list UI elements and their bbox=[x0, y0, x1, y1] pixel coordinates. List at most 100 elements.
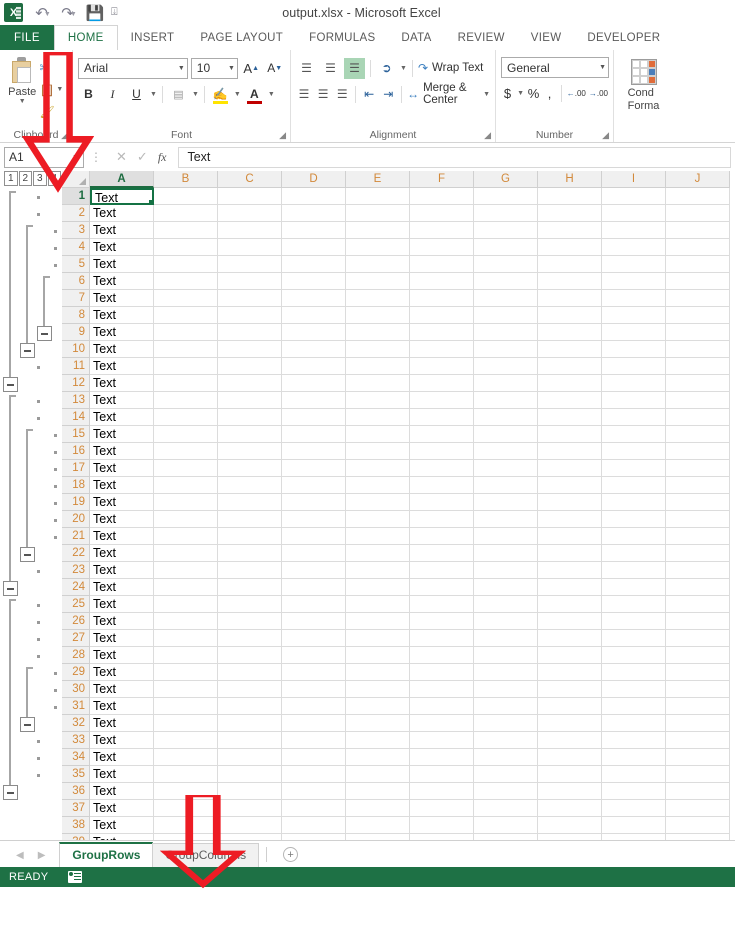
column-header-b[interactable]: B bbox=[154, 171, 218, 188]
cell-D16[interactable] bbox=[282, 443, 346, 460]
cell-H1[interactable] bbox=[538, 188, 602, 205]
outline-collapse-button-row-9[interactable] bbox=[37, 326, 52, 341]
cell-H20[interactable] bbox=[538, 511, 602, 528]
cell-B3[interactable] bbox=[154, 222, 218, 239]
cut-button[interactable]: ✂ bbox=[39, 58, 67, 77]
cell-B39[interactable] bbox=[154, 834, 218, 840]
cell-A13[interactable]: Text bbox=[90, 392, 154, 409]
cell-H35[interactable] bbox=[538, 766, 602, 783]
cell-D21[interactable] bbox=[282, 528, 346, 545]
cell-I28[interactable] bbox=[602, 647, 666, 664]
cell-C9[interactable] bbox=[218, 324, 282, 341]
number-format-select[interactable]: General ▼ bbox=[501, 57, 609, 78]
cell-B36[interactable] bbox=[154, 783, 218, 800]
cell-E6[interactable] bbox=[346, 273, 410, 290]
cell-C17[interactable] bbox=[218, 460, 282, 477]
cell-A3[interactable]: Text bbox=[90, 222, 154, 239]
cell-H12[interactable] bbox=[538, 375, 602, 392]
increase-font-size-button[interactable]: A ▲ bbox=[241, 58, 262, 79]
cell-B7[interactable] bbox=[154, 290, 218, 307]
cell-J19[interactable] bbox=[666, 494, 730, 511]
cell-A27[interactable]: Text bbox=[90, 630, 154, 647]
font-size-input[interactable]: 10 ▼ bbox=[190, 57, 238, 79]
alignment-dialog-launcher-icon[interactable]: ◢ bbox=[484, 130, 491, 141]
outline-level-2-button[interactable]: 2 bbox=[18, 171, 32, 186]
cell-B12[interactable] bbox=[154, 375, 218, 392]
cell-I26[interactable] bbox=[602, 613, 666, 630]
cell-C37[interactable] bbox=[218, 800, 282, 817]
outline-level-3-button[interactable]: 3 bbox=[33, 171, 47, 186]
cell-E26[interactable] bbox=[346, 613, 410, 630]
cell-B27[interactable] bbox=[154, 630, 218, 647]
outline-collapse-button-row-10[interactable] bbox=[20, 343, 35, 358]
outline-level-4-button[interactable]: 4 bbox=[47, 171, 61, 186]
cell-C39[interactable] bbox=[218, 834, 282, 840]
cell-C15[interactable] bbox=[218, 426, 282, 443]
number-format-dropdown-icon[interactable]: ▼ bbox=[593, 64, 606, 71]
cell-E19[interactable] bbox=[346, 494, 410, 511]
cell-H25[interactable] bbox=[538, 596, 602, 613]
cell-E1[interactable] bbox=[346, 188, 410, 205]
decrease-decimal-icon[interactable]: → .00 bbox=[589, 83, 608, 104]
cell-I38[interactable] bbox=[602, 817, 666, 834]
cell-I13[interactable] bbox=[602, 392, 666, 409]
cell-B15[interactable] bbox=[154, 426, 218, 443]
cell-D8[interactable] bbox=[282, 307, 346, 324]
cell-G1[interactable] bbox=[474, 188, 538, 205]
cell-F13[interactable] bbox=[410, 392, 474, 409]
row-header-38[interactable]: 38 bbox=[62, 817, 90, 834]
outline-level-1-button[interactable]: 1 bbox=[4, 171, 18, 186]
row-header-1[interactable]: 1 bbox=[62, 188, 90, 205]
cell-H16[interactable] bbox=[538, 443, 602, 460]
comma-format-button[interactable]: , bbox=[543, 83, 556, 104]
cell-I25[interactable] bbox=[602, 596, 666, 613]
row-header-5[interactable]: 5 bbox=[62, 256, 90, 273]
sheet-tab-grouprows[interactable]: GroupRows bbox=[59, 842, 154, 867]
cell-C30[interactable] bbox=[218, 681, 282, 698]
clipboard-dialog-launcher-icon[interactable]: ◢ bbox=[61, 130, 68, 141]
currency-dropdown-icon[interactable]: ▼ bbox=[517, 90, 524, 97]
font-color-dropdown-icon[interactable]: ▼ bbox=[268, 91, 275, 98]
cell-G25[interactable] bbox=[474, 596, 538, 613]
cell-E16[interactable] bbox=[346, 443, 410, 460]
cell-D11[interactable] bbox=[282, 358, 346, 375]
font-dialog-launcher-icon[interactable]: ◢ bbox=[279, 130, 286, 141]
cell-A16[interactable]: Text bbox=[90, 443, 154, 460]
outline-level-buttons[interactable]: 1 2 3 4 bbox=[0, 171, 62, 189]
cell-D18[interactable] bbox=[282, 477, 346, 494]
cell-J4[interactable] bbox=[666, 239, 730, 256]
cell-C23[interactable] bbox=[218, 562, 282, 579]
cell-J5[interactable] bbox=[666, 256, 730, 273]
cell-G26[interactable] bbox=[474, 613, 538, 630]
cell-A9[interactable]: Text bbox=[90, 324, 154, 341]
cell-F34[interactable] bbox=[410, 749, 474, 766]
cell-G11[interactable] bbox=[474, 358, 538, 375]
row-header-20[interactable]: 20 bbox=[62, 511, 90, 528]
tab-view[interactable]: VIEW bbox=[518, 25, 575, 50]
cell-I15[interactable] bbox=[602, 426, 666, 443]
cell-I24[interactable] bbox=[602, 579, 666, 596]
cell-H4[interactable] bbox=[538, 239, 602, 256]
cell-F35[interactable] bbox=[410, 766, 474, 783]
sheet-tab-groupcolumns[interactable]: GroupColumns bbox=[152, 843, 260, 867]
row-header-31[interactable]: 31 bbox=[62, 698, 90, 715]
outline-markers[interactable] bbox=[0, 189, 72, 840]
cell-H29[interactable] bbox=[538, 664, 602, 681]
row-header-32[interactable]: 32 bbox=[62, 715, 90, 732]
cell-C36[interactable] bbox=[218, 783, 282, 800]
cell-H34[interactable] bbox=[538, 749, 602, 766]
cell-F1[interactable] bbox=[410, 188, 474, 205]
grid-rows[interactable]: 1 Text 2 Text 3 Text 4 Text 5 Text 6 Text 7 Text 8 Text… bbox=[62, 188, 735, 840]
column-header-i[interactable]: I bbox=[602, 171, 666, 188]
cell-D3[interactable] bbox=[282, 222, 346, 239]
cell-E5[interactable] bbox=[346, 256, 410, 273]
cell-G22[interactable] bbox=[474, 545, 538, 562]
cell-E36[interactable] bbox=[346, 783, 410, 800]
cell-C20[interactable] bbox=[218, 511, 282, 528]
cell-A31[interactable]: Text bbox=[90, 698, 154, 715]
cell-D12[interactable] bbox=[282, 375, 346, 392]
cell-A33[interactable]: Text bbox=[90, 732, 154, 749]
cell-J7[interactable] bbox=[666, 290, 730, 307]
tab-page-layout[interactable]: PAGE LAYOUT bbox=[187, 25, 296, 50]
cell-I22[interactable] bbox=[602, 545, 666, 562]
